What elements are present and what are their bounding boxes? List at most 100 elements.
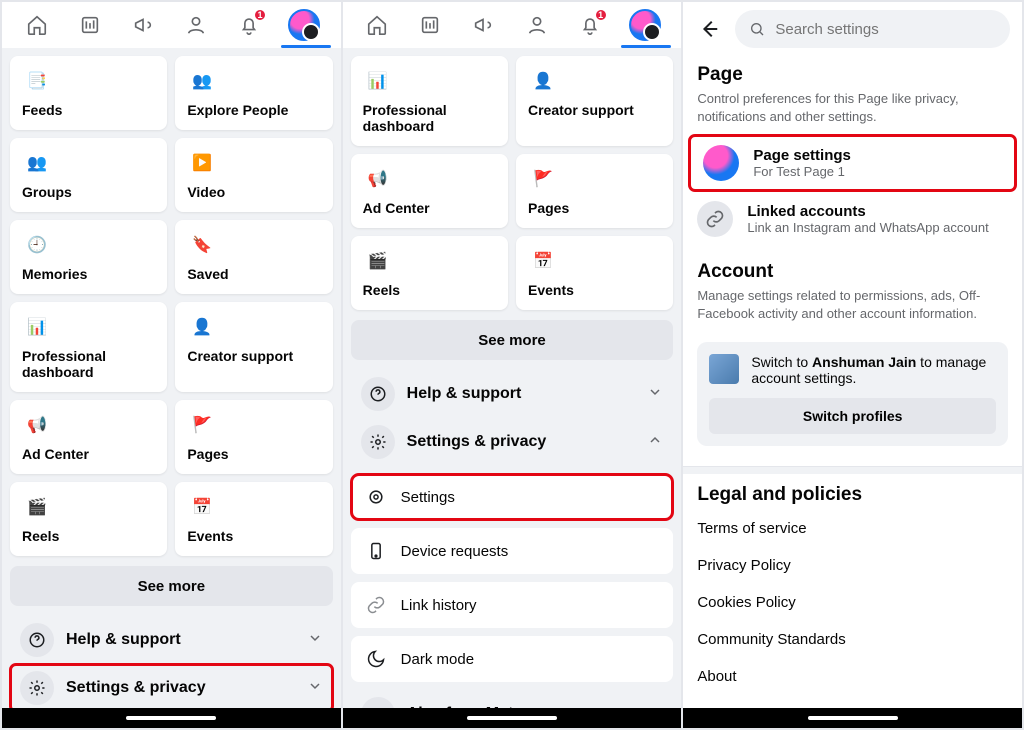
- top-nav: 1: [343, 2, 682, 48]
- notif-badge: 1: [594, 8, 608, 22]
- reels-icon: 🎬: [22, 492, 52, 522]
- menu-card[interactable]: 🚩Pages: [516, 154, 673, 228]
- see-more-button[interactable]: See more: [351, 320, 674, 360]
- help-support-label: Help & support: [407, 385, 648, 403]
- menu-card[interactable]: 👤Creator support: [516, 56, 673, 146]
- card-label: Professional dashboard: [363, 102, 496, 134]
- card-icon: 📅: [528, 246, 558, 276]
- menu-card-reels[interactable]: 🎬Reels: [10, 482, 167, 556]
- settings-privacy-row[interactable]: Settings & privacy: [351, 418, 674, 466]
- card-icon: 🚩: [528, 164, 558, 194]
- legal-link[interactable]: Cookies Policy: [683, 584, 1022, 621]
- account-section: Account Manage settings related to permi…: [683, 253, 1022, 332]
- menu-card-memories[interactable]: 🕘 Memories: [10, 220, 167, 294]
- page-section: Page Control preferences for this Page l…: [683, 56, 1022, 135]
- bell-icon[interactable]: 1: [235, 11, 263, 39]
- see-more-button[interactable]: See more: [10, 566, 333, 606]
- legal-link[interactable]: Community Standards: [683, 621, 1022, 658]
- home-icon[interactable]: [23, 11, 51, 39]
- subitem-moon[interactable]: Dark mode: [351, 636, 674, 682]
- linked-accounts-row[interactable]: Linked accounts Link an Instagram and Wh…: [683, 191, 1022, 247]
- phone-icon: [363, 538, 389, 564]
- menu-card-video[interactable]: ▶️Video: [175, 138, 332, 212]
- card-label: Ad Center: [22, 446, 155, 462]
- menu-card-events[interactable]: 📅Events: [175, 482, 332, 556]
- row-label: Settings & privacy: [66, 679, 307, 697]
- row-label: Help & support: [66, 631, 307, 649]
- section-divider: [683, 466, 1022, 474]
- video-icon: ▶️: [187, 148, 217, 178]
- account-heading: Account: [697, 261, 1008, 283]
- megaphone-icon[interactable]: [129, 11, 157, 39]
- megaphone-icon[interactable]: [469, 11, 497, 39]
- gesture-bar: [2, 708, 341, 728]
- chevron-up-icon: [647, 432, 663, 453]
- search-settings-input[interactable]: [735, 10, 1010, 48]
- profile-icon[interactable]: [182, 11, 210, 39]
- card-icon: 📊: [363, 66, 393, 96]
- menu-card-pages[interactable]: 🚩Pages: [175, 400, 332, 474]
- pages-icon: 🚩: [187, 410, 217, 440]
- legal-link[interactable]: Privacy Policy: [683, 547, 1022, 584]
- switch-text: Switch to Anshuman Jain to manage accoun…: [751, 354, 996, 386]
- account-desc: Manage settings related to permissions, …: [697, 287, 1008, 322]
- saved-icon: 🔖: [187, 230, 217, 260]
- switch-profiles-button[interactable]: Switch profiles: [709, 398, 996, 434]
- bell-icon[interactable]: 1: [576, 11, 604, 39]
- row-settings[interactable]: Settings & privacy: [10, 664, 333, 708]
- menu-card[interactable]: 📊 Professional dashboard: [351, 56, 508, 146]
- help-support-row[interactable]: Help & support: [351, 370, 674, 418]
- active-tab-underline: [281, 45, 331, 48]
- page-settings-row[interactable]: Page settings For Test Page 1: [689, 135, 1016, 191]
- subitem-gear[interactable]: Settings: [351, 474, 674, 520]
- settings-privacy-label: Settings & privacy: [407, 433, 648, 451]
- card-icon: 📢: [363, 164, 393, 194]
- also-from-meta-row[interactable]: Also from Meta: [351, 690, 674, 708]
- back-button[interactable]: [695, 15, 723, 43]
- panel-settings: Page Control preferences for this Page l…: [681, 0, 1024, 730]
- subitem-link[interactable]: Link history: [351, 582, 674, 628]
- menu-card-explore[interactable]: 👥Explore People: [175, 56, 332, 130]
- memories-icon: 🕘: [22, 230, 52, 260]
- subitem-label: Device requests: [401, 543, 509, 560]
- home-icon[interactable]: [363, 11, 391, 39]
- card-label: Saved: [187, 266, 320, 282]
- profile-icon[interactable]: [523, 11, 551, 39]
- card-label: Events: [187, 528, 320, 544]
- menu-card[interactable]: 📢Ad Center: [351, 154, 508, 228]
- page-settings-title: Page settings: [753, 147, 851, 164]
- subitem-phone[interactable]: Device requests: [351, 528, 674, 574]
- menu-card-saved[interactable]: 🔖 Saved: [175, 220, 332, 294]
- menu-card-creator[interactable]: 👤Creator support: [175, 302, 332, 392]
- menu-card-ad-center[interactable]: 📢Ad Center: [10, 400, 167, 474]
- card-label: Creator support: [528, 102, 661, 118]
- menu-card-feeds[interactable]: 📑Feeds: [10, 56, 167, 130]
- menu-avatar-icon[interactable]: [288, 9, 320, 41]
- legal-section: Legal and policies: [683, 480, 1022, 510]
- legal-link[interactable]: About: [683, 658, 1022, 695]
- moon-icon: [363, 646, 389, 672]
- menu-card-groups[interactable]: 👥Groups: [10, 138, 167, 212]
- panel-menu-expanded: 1 📊 Professional dashboard 👤Creator suppor…: [341, 0, 684, 730]
- menu-card[interactable]: 📅 Events: [516, 236, 673, 310]
- linked-subtitle: Link an Instagram and WhatsApp account: [747, 220, 988, 235]
- gear-icon: [361, 425, 395, 459]
- row-help[interactable]: Help & support: [10, 616, 333, 664]
- card-label: Memories: [22, 266, 155, 282]
- menu-avatar-icon[interactable]: [629, 9, 661, 41]
- switch-profile-box: Switch to Anshuman Jain to manage accoun…: [697, 342, 1008, 446]
- legal-link[interactable]: Terms of service: [683, 510, 1022, 547]
- card-label: Reels: [363, 282, 496, 298]
- feed-icon[interactable]: [76, 11, 104, 39]
- card-icon: 🎬: [363, 246, 393, 276]
- search-field[interactable]: [775, 21, 996, 38]
- chevron-down-icon: [647, 384, 663, 405]
- chevron-down-icon: [307, 630, 323, 651]
- menu-card[interactable]: 🎬 Reels: [351, 236, 508, 310]
- card-label: Explore People: [187, 102, 320, 118]
- menu-card-prof-dash[interactable]: 📊Professional dashboard: [10, 302, 167, 392]
- card-label: Events: [528, 282, 661, 298]
- feed-icon[interactable]: [416, 11, 444, 39]
- subitem-label: Link history: [401, 597, 477, 614]
- subitem-label: Dark mode: [401, 651, 474, 668]
